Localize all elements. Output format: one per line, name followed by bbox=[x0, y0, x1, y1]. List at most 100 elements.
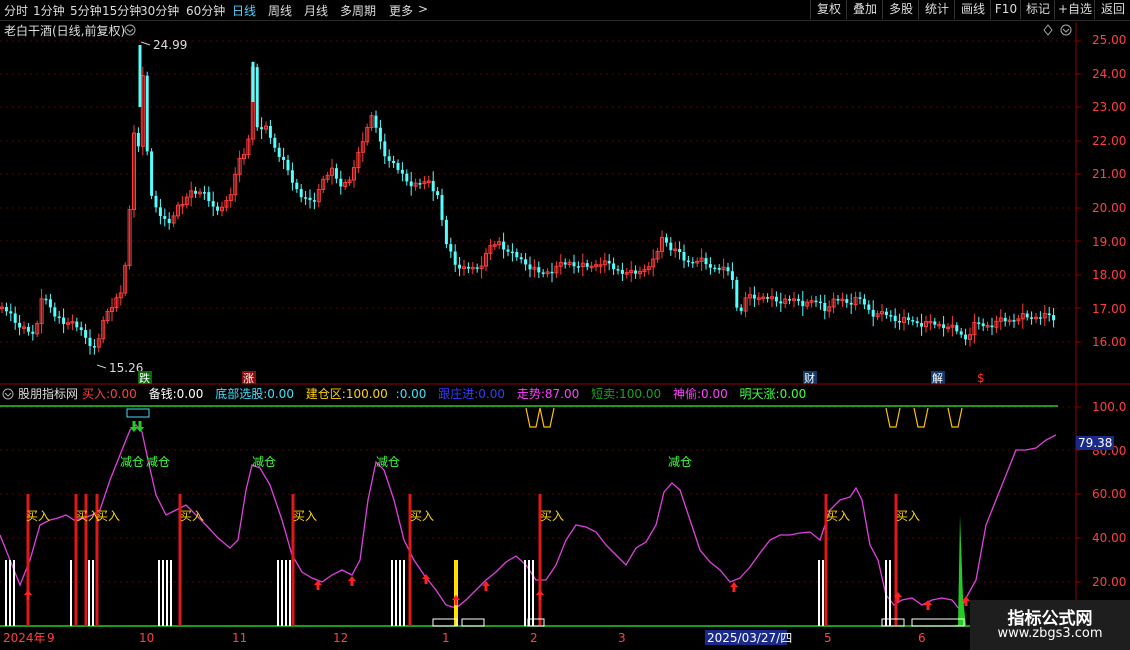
buy-arrow bbox=[24, 590, 32, 600]
candle-down bbox=[735, 279, 739, 308]
legend-label: 神偷: bbox=[673, 386, 701, 401]
base-box bbox=[911, 618, 965, 627]
candle-down bbox=[669, 242, 673, 251]
ind-tick: 40.00 bbox=[1092, 531, 1126, 545]
w-marker bbox=[885, 407, 901, 428]
candle-down bbox=[286, 159, 290, 171]
candle-down bbox=[620, 269, 624, 274]
candle-down bbox=[634, 270, 638, 274]
stripe-bar bbox=[528, 560, 530, 626]
green-spike bbox=[952, 515, 966, 626]
marker-finance[interactable]: 财 bbox=[804, 371, 815, 385]
candle-down bbox=[418, 183, 422, 185]
legend-value: 0.00 bbox=[110, 387, 137, 401]
candle-down bbox=[752, 294, 756, 299]
date-tick: 3 bbox=[618, 631, 626, 645]
candle-down bbox=[475, 267, 479, 269]
buy-label: 买入 bbox=[896, 509, 920, 523]
candle-down bbox=[9, 311, 13, 314]
date-tick: 12 bbox=[333, 631, 348, 645]
candle-down bbox=[308, 197, 312, 201]
chevron-down-icon bbox=[126, 28, 134, 33]
candle-down bbox=[290, 170, 294, 183]
candle-down bbox=[867, 304, 871, 310]
settings-icon[interactable] bbox=[124, 24, 136, 36]
candle-down bbox=[717, 267, 721, 270]
indicator-name: 股朋指标网 bbox=[18, 386, 78, 401]
candle-down bbox=[62, 317, 66, 324]
ind-tick: 100.0 bbox=[1092, 400, 1126, 414]
legend-value: 0.00 bbox=[701, 387, 728, 401]
reduce-label: 减仓 bbox=[252, 455, 276, 469]
candle-down bbox=[823, 303, 827, 312]
candle-down bbox=[977, 322, 981, 324]
price-tick: 16.00 bbox=[1092, 335, 1126, 349]
marker-unlock[interactable]: 解 bbox=[932, 371, 943, 385]
date-tick: 2 bbox=[530, 631, 538, 645]
candle-down bbox=[704, 258, 708, 265]
buy-label: 买入 bbox=[26, 509, 50, 523]
candle-down bbox=[849, 302, 853, 305]
candle-down bbox=[136, 133, 140, 147]
current-value: 79.38 bbox=[1078, 436, 1112, 450]
chart-title: 老白干酒(日线,前复权) bbox=[4, 23, 125, 38]
indicator-axis: 100.0 80.00 60.00 40.00 20.00 bbox=[1092, 400, 1126, 589]
legend-label: 底部选股: bbox=[215, 386, 267, 401]
candle-down bbox=[537, 267, 541, 273]
w-marker bbox=[539, 407, 555, 428]
candle-down bbox=[387, 156, 391, 161]
buy-label: 买入 bbox=[293, 509, 317, 523]
candle-down bbox=[739, 307, 743, 312]
diamond-icon[interactable] bbox=[1043, 24, 1053, 36]
stripe-bar bbox=[822, 560, 824, 626]
candle-down bbox=[466, 266, 470, 269]
legend-value: 0.00 bbox=[177, 387, 204, 401]
chart-canvas[interactable]: 老白干酒(日线,前复权) 25.00 24.00 23.00 22.00 21.… bbox=[0, 0, 1130, 650]
price-tick: 24.00 bbox=[1092, 67, 1126, 81]
indicator-legend: 买入:0.00 备钱:0.00 底部选股:0.00 建仓区:100.00 :0.… bbox=[82, 386, 806, 401]
candle-down bbox=[502, 241, 506, 250]
buy-arrow bbox=[422, 574, 430, 584]
candle-down bbox=[818, 301, 822, 304]
candle-down bbox=[1052, 315, 1056, 321]
settings-icon[interactable] bbox=[1060, 24, 1072, 36]
candle-down bbox=[440, 195, 444, 220]
candle-down bbox=[801, 300, 805, 307]
candle-down bbox=[585, 263, 589, 267]
candle-down bbox=[845, 299, 849, 303]
base-box bbox=[461, 618, 485, 627]
stripe-bar bbox=[277, 560, 279, 626]
candle-down bbox=[163, 216, 167, 219]
legend-value: 0.00 bbox=[478, 387, 505, 401]
candle-down bbox=[79, 327, 83, 331]
candle-down bbox=[304, 197, 308, 199]
event-markers: 跌 涨 财 解 $ bbox=[138, 371, 985, 385]
candle-down bbox=[273, 137, 277, 148]
candle-down bbox=[53, 307, 57, 317]
price-tick: 22.00 bbox=[1092, 134, 1126, 148]
candle-down bbox=[1025, 313, 1029, 318]
candle-down bbox=[915, 321, 919, 324]
candle-down bbox=[1003, 317, 1007, 322]
settings-icon[interactable] bbox=[2, 388, 14, 400]
candle-down bbox=[4, 306, 8, 312]
stripe-bar bbox=[88, 560, 90, 626]
candle-down bbox=[392, 160, 396, 164]
buy-arrow bbox=[348, 576, 356, 586]
date-tick: 2024年 bbox=[3, 631, 46, 645]
legend-value: 0.00 bbox=[400, 387, 427, 401]
base-box bbox=[432, 618, 458, 627]
candle-down bbox=[158, 207, 162, 217]
candle-down bbox=[26, 326, 30, 332]
base-box bbox=[527, 618, 545, 627]
candle-down bbox=[299, 189, 303, 198]
candle-down bbox=[541, 272, 545, 274]
marker-dividend[interactable]: $ bbox=[977, 371, 985, 385]
candle-down bbox=[726, 267, 730, 272]
legend-value: 0.00 bbox=[267, 387, 294, 401]
legend-value: 0.00 bbox=[780, 387, 807, 401]
stripe-bar bbox=[13, 560, 15, 626]
candle-down bbox=[836, 299, 840, 301]
candle-down bbox=[396, 163, 400, 170]
candle-down bbox=[255, 67, 259, 128]
